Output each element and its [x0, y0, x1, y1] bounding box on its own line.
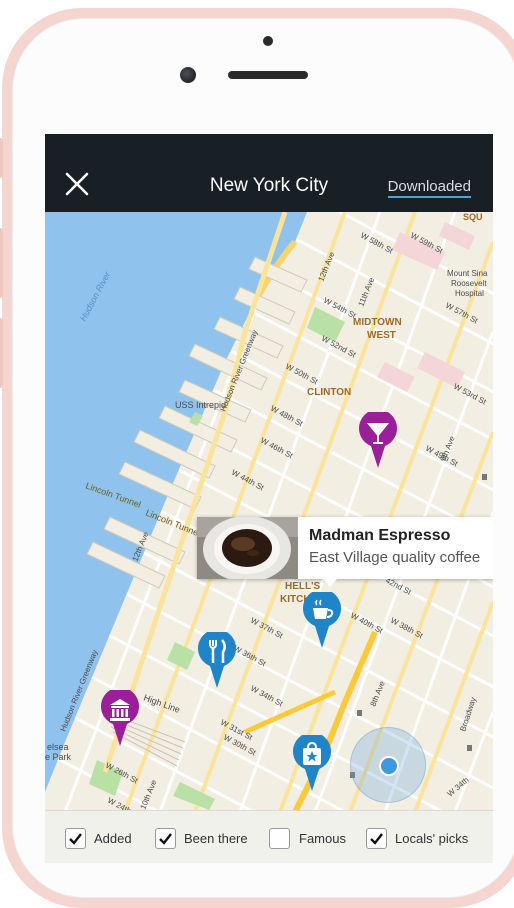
popup-pointer [323, 579, 337, 587]
volume-up-button [0, 228, 3, 298]
checkbox-added[interactable] [65, 827, 86, 849]
checkmark-icon [69, 832, 82, 845]
checkmark-icon [370, 832, 383, 845]
filter-label: Added [94, 830, 132, 846]
map-label: WEST [367, 330, 396, 341]
map-label: Hospital [455, 289, 484, 298]
bar-pin[interactable] [358, 412, 398, 470]
map-label: Mount Sina [447, 269, 488, 278]
current-location-dot [379, 756, 399, 776]
map-label: MIDTOWN [353, 317, 402, 328]
filter-label: Been there [184, 830, 248, 846]
map-label: HELL'S [285, 581, 320, 592]
place-name: Madman Espresso [309, 527, 451, 544]
place-description: East Village quality coffee [309, 549, 481, 566]
app-screen: New York City Downloaded Hudson River MI… [45, 134, 493, 863]
map-label: SQU [463, 212, 483, 222]
proximity-sensor [263, 36, 273, 46]
map-view[interactable]: Hudson River MIDTOWN WEST CLINTON HELL'S… [45, 151, 493, 863]
downloaded-link[interactable]: Downloaded [387, 178, 471, 198]
checkmark-icon [159, 832, 172, 845]
checkbox-locals-picks[interactable] [366, 827, 387, 849]
map-label: CLINTON [307, 387, 351, 398]
filter-been-there[interactable]: Been there [155, 827, 248, 849]
map-label: e Park [45, 752, 72, 762]
shopping-pin[interactable] [292, 735, 332, 793]
front-camera [180, 67, 196, 83]
place-photo [197, 517, 298, 579]
map-label: Roosevelt [451, 279, 487, 288]
map-label: elsea [47, 742, 69, 752]
restaurant-pin[interactable] [197, 632, 237, 690]
current-location-indicator [350, 727, 426, 803]
filter-famous[interactable]: Famous [269, 827, 346, 849]
filter-label: Famous [299, 830, 346, 846]
cafe-pin[interactable] [302, 592, 342, 650]
checkbox-famous[interactable] [269, 827, 290, 849]
filter-label: Locals' picks [395, 830, 469, 846]
place-popup[interactable]: Madman Espresso East Village quality cof… [197, 517, 493, 579]
top-bar: New York City Downloaded [45, 134, 493, 212]
filter-bar: Added Been there Famous Locals' picks [45, 810, 493, 863]
volume-down-button [0, 318, 3, 388]
checkbox-been-there[interactable] [155, 827, 176, 849]
mute-switch [0, 138, 3, 178]
filter-added[interactable]: Added [65, 827, 132, 849]
earpiece-speaker [228, 71, 308, 79]
filter-locals-picks[interactable]: Locals' picks [366, 827, 468, 849]
museum-pin[interactable] [100, 690, 140, 748]
